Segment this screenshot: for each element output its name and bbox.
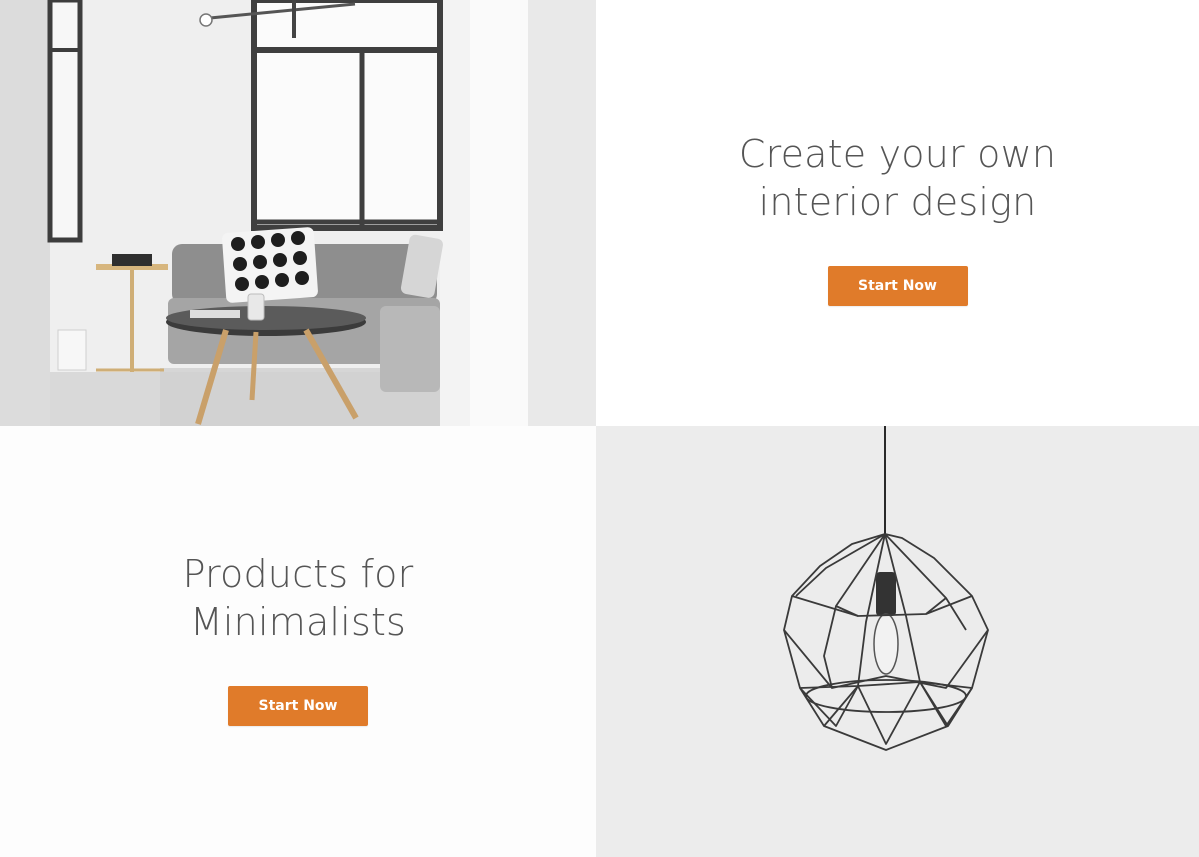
pendant-lamp-photo <box>596 426 1199 857</box>
promo-content: Create your own interior design Start No… <box>596 130 1199 306</box>
living-room-photo <box>0 0 596 426</box>
heading-line: Minimalists <box>189 600 407 644</box>
start-now-button[interactable]: Start Now <box>228 686 368 726</box>
heading-line: interior design <box>758 180 1037 224</box>
minimalist-products-promo: Products for Minimalists Start Now <box>0 426 596 857</box>
promo-heading: Create your own interior design <box>739 130 1056 226</box>
start-now-button[interactable]: Start Now <box>827 266 968 306</box>
heading-line: Products for <box>182 552 414 596</box>
promo-content: Products for Minimalists Start Now <box>0 550 596 726</box>
interior-design-promo: Create your own interior design Start No… <box>596 0 1199 426</box>
heading-line: Create your own <box>738 132 1057 176</box>
feature-grid: Create your own interior design Start No… <box>0 0 1199 857</box>
promo-heading: Products for Minimalists <box>183 550 414 646</box>
